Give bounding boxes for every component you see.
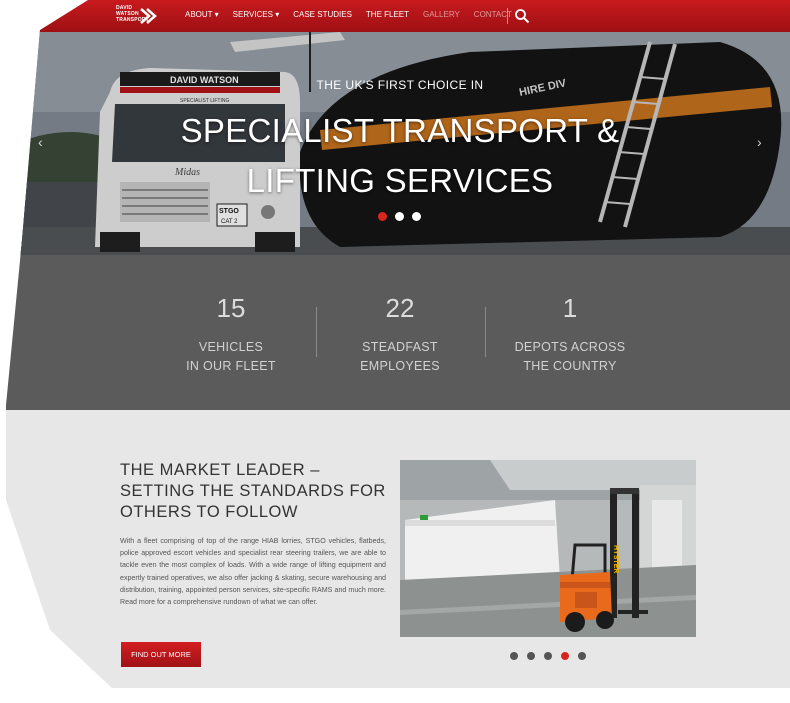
nav-item-about[interactable]: ABOUT ▾	[185, 10, 219, 19]
top-nav: DAVID WATSON TRANSPORT ABOUT ▾ SERVICES …	[6, 0, 790, 32]
nav-item-case-studies[interactable]: CASE STUDIES	[293, 10, 352, 19]
gallery-dot-1[interactable]	[510, 652, 518, 660]
stat-label-line2: THE COUNTRY	[523, 359, 617, 373]
section-title: THE MARKET LEADER – SETTING THE STANDARD…	[120, 460, 390, 523]
hero-slide-dots	[378, 212, 421, 221]
gallery-dots	[510, 652, 586, 660]
stat-label-line2: EMPLOYEES	[360, 359, 440, 373]
stat-label-line2: IN OUR FLEET	[186, 359, 276, 373]
section-body: With a fleet comprising of top of the ra…	[120, 537, 386, 607]
brand-logo[interactable]: DAVID WATSON TRANSPORT	[116, 5, 157, 27]
find-out-more-button[interactable]: FIND OUT MORE	[121, 642, 201, 667]
page: DAVID WATSON TRANSPORT ABOUT ▾ SERVICES …	[6, 0, 790, 688]
hero-slider: HIRE DIV DAVID WATSON SPECIALIST LIFTING…	[6, 32, 790, 255]
stat-number: 1	[562, 293, 578, 323]
hero-next-arrow-icon[interactable]: ›	[757, 134, 762, 150]
forklift-brand-text: HYSTER	[612, 545, 619, 573]
stat-label-line1: DEPOTS ACROSS	[514, 340, 626, 354]
stat-label-line1: VEHICLES	[198, 340, 264, 354]
gallery-dot-4[interactable]	[561, 652, 569, 660]
section-title-line2: SETTING THE STANDARDS FOR	[120, 482, 386, 500]
nav-item-services[interactable]: SERVICES ▾	[233, 10, 280, 19]
hero-title: SPECIALIST TRANSPORT & LIFTING SERVICES	[6, 106, 790, 206]
stat-label-line1: STEADFAST	[362, 340, 438, 354]
gallery-dot-5[interactable]	[578, 652, 586, 660]
stat-vehicles: 15 VEHICLES IN OUR FLEET	[146, 293, 316, 376]
hero-dot-1[interactable]	[378, 212, 387, 221]
section-title-line3: OTHERS TO FOLLOW	[120, 503, 298, 521]
hero-title-line1: SPECIALIST TRANSPORT &	[180, 112, 620, 149]
nav-item-the-fleet[interactable]: THE FLEET	[366, 10, 409, 19]
stat-number: 22	[385, 293, 415, 323]
gallery-dot-2[interactable]	[527, 652, 535, 660]
stats-section: 15 VEHICLES IN OUR FLEET 22 STEADFAST EM…	[6, 255, 790, 410]
gallery-image[interactable]: HYSTER	[400, 460, 696, 637]
stat-employees: 22 STEADFAST EMPLOYEES	[315, 293, 485, 376]
hero-prev-arrow-icon[interactable]: ‹	[38, 134, 43, 150]
nav-divider	[507, 8, 508, 24]
nav-item-gallery[interactable]: GALLERY	[423, 10, 460, 19]
main-menu: ABOUT ▾ SERVICES ▾ CASE STUDIES THE FLEE…	[185, 10, 526, 19]
hero-dot-2[interactable]	[395, 212, 404, 221]
gallery-dot-3[interactable]	[544, 652, 552, 660]
hero-dot-3[interactable]	[412, 212, 421, 221]
logo-chevron-icon	[140, 8, 157, 24]
search-icon[interactable]	[514, 8, 530, 24]
hero-title-line2: LIFTING SERVICES	[246, 162, 554, 199]
section-title-line1: THE MARKET LEADER –	[120, 461, 320, 479]
stat-depots: 1 DEPOTS ACROSS THE COUNTRY	[485, 293, 655, 376]
forklift-photo: HYSTER	[400, 460, 696, 637]
hero-pretitle: THE UK'S FIRST CHOICE IN	[316, 78, 484, 92]
market-leader-section: THE MARKET LEADER – SETTING THE STANDARD…	[6, 410, 790, 688]
stat-number: 15	[216, 293, 246, 323]
